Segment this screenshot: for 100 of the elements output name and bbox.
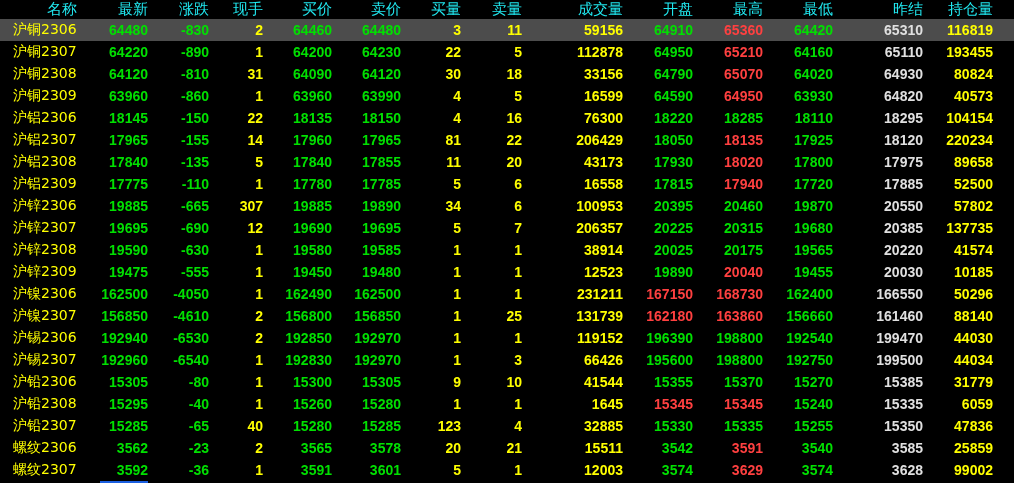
table-cell: 63960 — [109, 88, 148, 104]
table-cell: 10 — [506, 374, 522, 390]
table-cell: 64020 — [794, 66, 833, 82]
contract-name: 沪锡2306 — [13, 329, 77, 347]
table-cell: 192940 — [101, 330, 148, 346]
column-header[interactable]: 最低 — [803, 0, 833, 19]
table-cell: 44030 — [954, 330, 993, 346]
table-cell: 64930 — [884, 66, 923, 82]
table-cell: 22 — [506, 132, 522, 148]
table-cell: 1 — [514, 242, 522, 258]
table-cell: 192750 — [786, 352, 833, 368]
table-cell: 5 — [453, 176, 461, 192]
table-cell: 19695 — [362, 220, 401, 236]
table-cell: 1 — [453, 352, 461, 368]
table-cell: 2 — [255, 440, 263, 456]
table-cell: 192970 — [354, 352, 401, 368]
table-cell: -690 — [180, 220, 209, 236]
table-cell: 64090 — [293, 66, 332, 82]
table-cell: 64120 — [362, 66, 401, 82]
table-cell: 104154 — [946, 110, 993, 126]
table-cell: 119152 — [577, 330, 623, 346]
table-cell: -110 — [181, 176, 209, 192]
column-header[interactable]: 最高 — [733, 0, 763, 19]
table-cell: 20220 — [884, 242, 923, 258]
table-cell: 25 — [506, 308, 522, 324]
column-header[interactable]: 最新 — [118, 0, 148, 19]
table-cell: 1 — [514, 396, 522, 412]
table-cell: 15345 — [654, 396, 693, 412]
column-header[interactable]: 卖价 — [371, 0, 401, 19]
table-cell: 166550 — [876, 286, 923, 302]
table-cell: 15305 — [362, 374, 401, 390]
column-header[interactable]: 卖量 — [492, 0, 522, 19]
table-cell: 206429 — [576, 132, 623, 148]
table-cell: 66426 — [584, 352, 623, 368]
table-cell: 18150 — [362, 110, 401, 126]
table-cell: -135 — [180, 154, 209, 170]
column-header[interactable]: 涨跌 — [179, 0, 209, 19]
table-cell: 20030 — [884, 264, 923, 280]
table-cell: 25859 — [954, 440, 993, 456]
column-header[interactable]: 名称 — [47, 0, 77, 19]
column-header[interactable]: 持仓量 — [948, 0, 993, 19]
table-cell: 64480 — [362, 22, 401, 38]
table-cell: 3562 — [116, 440, 148, 456]
table-cell: 65310 — [884, 22, 923, 38]
table-cell: 1 — [514, 286, 522, 302]
table-cell: 3585 — [891, 440, 923, 456]
table-cell: 15300 — [293, 374, 332, 390]
table-cell: 15330 — [654, 418, 693, 434]
table-cell: 18285 — [724, 110, 763, 126]
table-cell: 15305 — [109, 374, 148, 390]
table-cell: 199500 — [876, 352, 923, 368]
table-cell: -6540 — [173, 352, 209, 368]
contract-name: 沪铅2307 — [13, 417, 77, 435]
table-cell: 3591 — [731, 440, 763, 456]
table-cell: 19885 — [293, 198, 332, 214]
table-cell: 63960 — [293, 88, 332, 104]
table-cell: 9 — [453, 374, 461, 390]
table-cell: 18050 — [654, 132, 693, 148]
column-header[interactable]: 昨结 — [893, 0, 923, 19]
table-cell: 50296 — [954, 286, 993, 302]
table-cell: 168730 — [716, 286, 763, 302]
table-cell: 52500 — [954, 176, 993, 192]
table-cell: 15370 — [724, 374, 763, 390]
table-cell: 17780 — [293, 176, 332, 192]
table-cell: 193455 — [946, 44, 993, 60]
table-cell: 17855 — [362, 154, 401, 170]
table-cell: 3591 — [300, 462, 332, 478]
contract-name: 沪锌2308 — [13, 241, 77, 259]
table-cell: 156850 — [354, 308, 401, 324]
table-cell: 89658 — [954, 154, 993, 170]
table-cell: 20385 — [884, 220, 923, 236]
table-cell: 156850 — [101, 308, 148, 324]
table-cell: 20025 — [654, 242, 693, 258]
table-cell: 192540 — [786, 330, 833, 346]
column-header[interactable]: 开盘 — [663, 0, 693, 19]
column-header[interactable]: 买量 — [431, 0, 461, 19]
table-cell: 3592 — [116, 462, 148, 478]
table-cell: 12 — [247, 220, 263, 236]
column-header[interactable]: 成交量 — [578, 0, 623, 19]
table-cell: 198800 — [716, 330, 763, 346]
column-header[interactable]: 买价 — [302, 0, 332, 19]
table-cell: 5 — [514, 44, 522, 60]
table-cell: -4610 — [173, 308, 209, 324]
column-header[interactable]: 现手 — [233, 0, 263, 19]
table-cell: 167150 — [646, 286, 693, 302]
table-cell: 20315 — [724, 220, 763, 236]
table-cell: 231211 — [577, 286, 623, 302]
table-cell: 17720 — [794, 176, 833, 192]
selected-row-highlight[interactable]: 沪铜2306 64480 -830 2 64460 64480 3 11 59156 64910 65360 64420 65310 116819 — [0, 19, 1014, 41]
table-cell: -6530 — [173, 330, 209, 346]
table-cell: 20 — [445, 440, 461, 456]
table-cell: 1 — [453, 308, 461, 324]
table-cell: 64220 — [109, 44, 148, 60]
table-cell: 1 — [255, 396, 263, 412]
contract-name: 沪镍2307 — [13, 307, 77, 325]
table-cell: 12523 — [584, 264, 623, 280]
table-cell: 6 — [514, 176, 522, 192]
table-cell: 38914 — [584, 242, 623, 258]
table-cell: 156800 — [285, 308, 332, 324]
table-cell: 1 — [255, 88, 263, 104]
